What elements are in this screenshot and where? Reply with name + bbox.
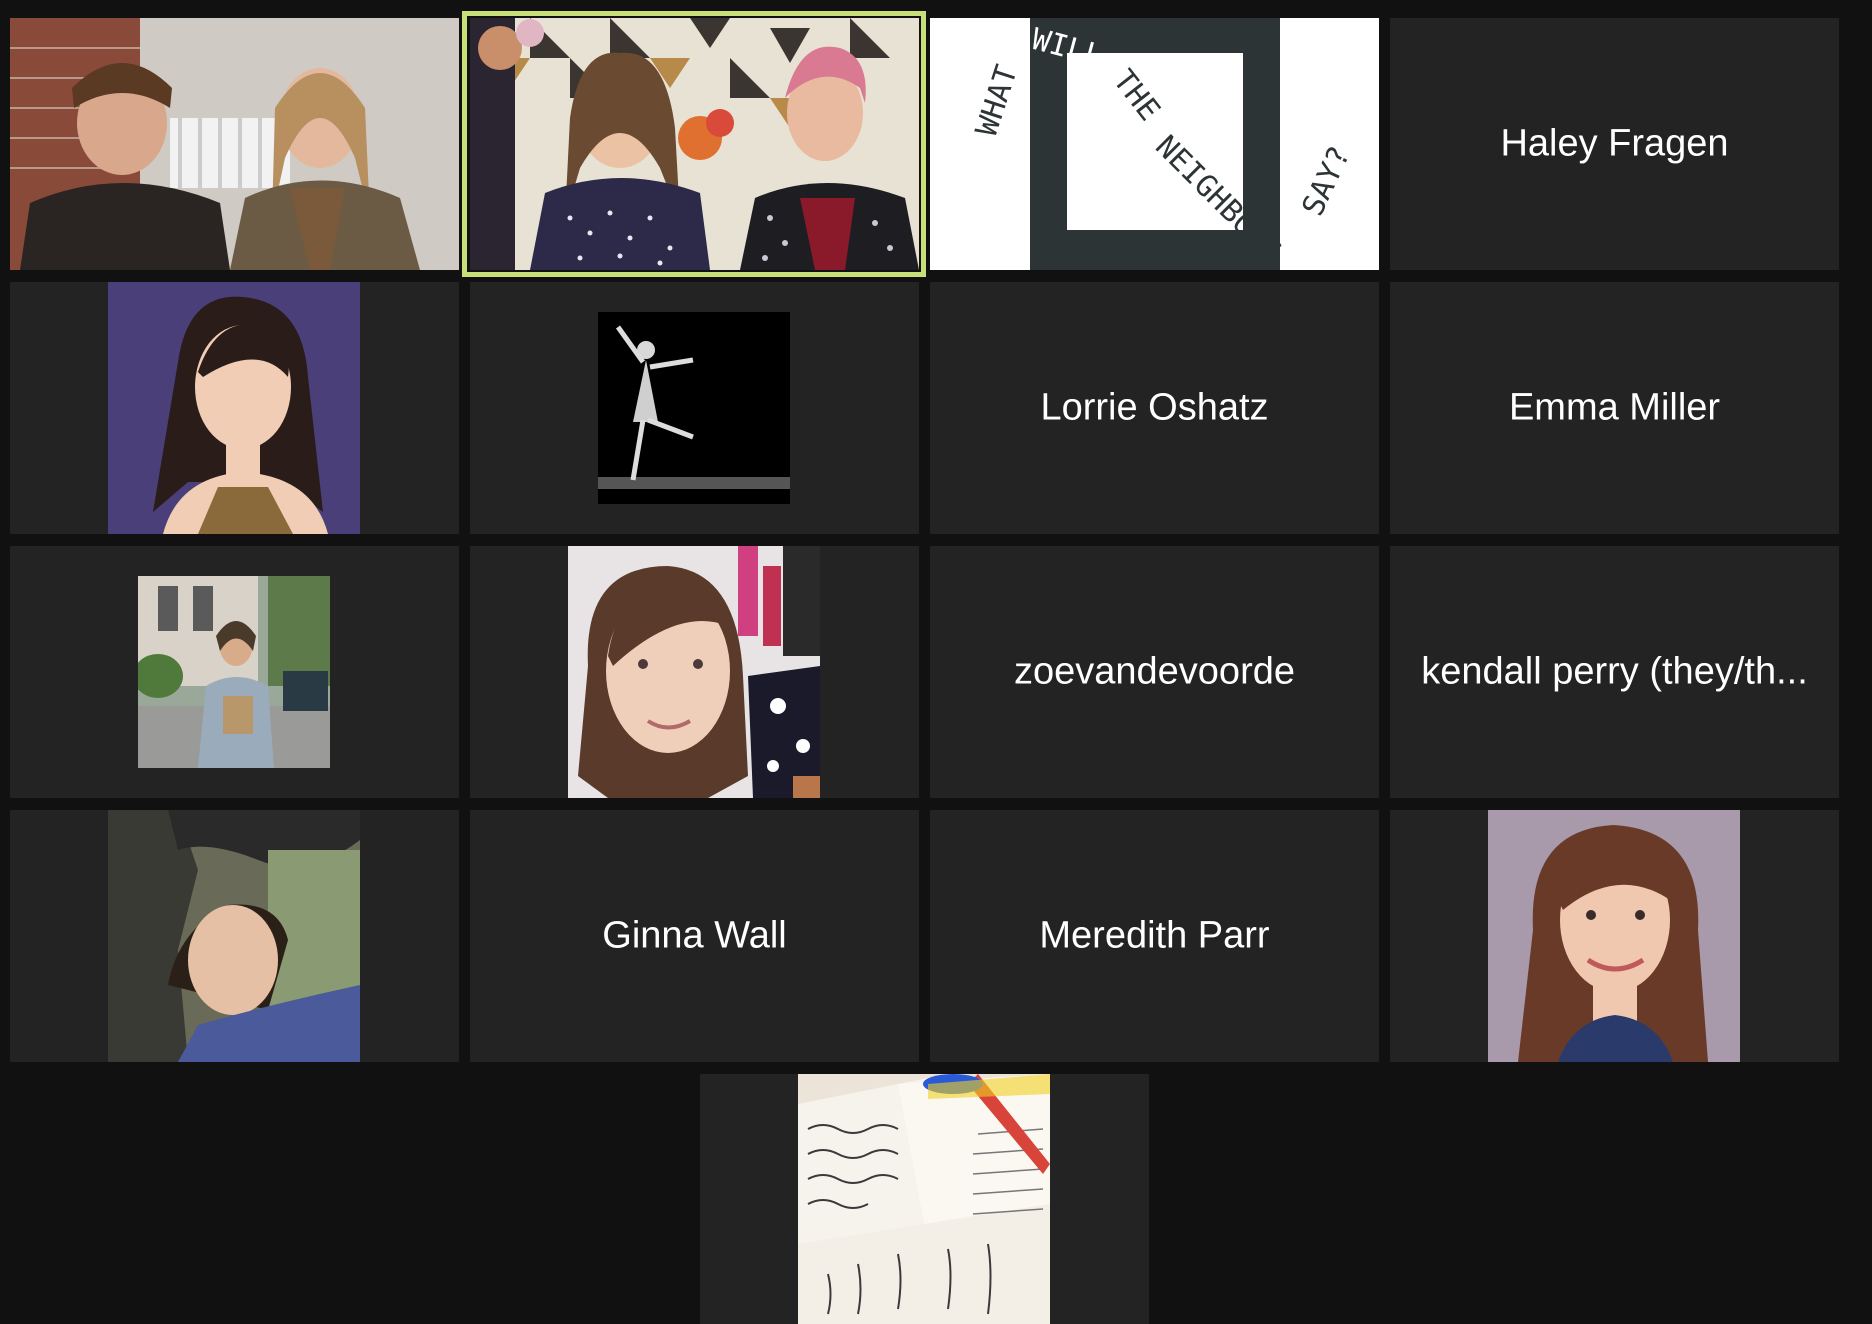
participant-name-tile[interactable]: Emma Miller <box>1390 282 1839 534</box>
participant-avatar-tile[interactable] <box>10 810 459 1062</box>
participant-avatar-tile[interactable] <box>700 1074 1149 1324</box>
participant-name-tile[interactable]: Ginna Wall <box>470 810 919 1062</box>
profile-photo <box>108 282 360 534</box>
participant-name-tile[interactable]: Meredith Parr <box>930 810 1379 1062</box>
participant-video-tile-2[interactable] <box>470 18 919 270</box>
participant-name: kendall perry (they/th... <box>1421 650 1808 693</box>
participant-name: Haley Fragen <box>1500 122 1729 165</box>
profile-photo <box>108 810 360 1062</box>
neighbors-logo-image: WHAT WILL THE NEIGHBORS SAY? <box>930 18 1379 270</box>
video-feed-two-people <box>10 18 459 270</box>
participant-name-tile[interactable]: Haley Fragen <box>1390 18 1839 270</box>
gallery-view: WHAT WILL THE NEIGHBORS SAY? Haley Frage… <box>0 0 1872 1324</box>
participant-name: Ginna Wall <box>602 914 787 957</box>
profile-photo <box>568 546 820 798</box>
participant-name: Lorrie Oshatz <box>1040 386 1269 429</box>
participant-avatar-tile[interactable] <box>10 546 459 798</box>
participant-video-tile-1[interactable] <box>10 18 459 270</box>
video-feed-two-performers <box>470 18 919 270</box>
participant-name: Emma Miller <box>1508 386 1721 429</box>
participant-name-tile[interactable]: kendall perry (they/th... <box>1390 546 1839 798</box>
participant-avatar-tile[interactable] <box>1390 810 1839 1062</box>
participant-avatar-tile[interactable] <box>10 282 459 534</box>
profile-photo <box>1488 810 1740 1062</box>
profile-photo <box>798 1074 1050 1324</box>
participant-avatar-tile[interactable] <box>470 282 919 534</box>
profile-photo <box>598 312 790 504</box>
participant-name-tile[interactable]: zoevandevoorde <box>930 546 1379 798</box>
participant-name: zoevandevoorde <box>1014 650 1295 693</box>
participant-avatar-tile[interactable] <box>470 546 919 798</box>
participant-logo-tile[interactable]: WHAT WILL THE NEIGHBORS SAY? <box>930 18 1379 270</box>
participant-name: Meredith Parr <box>1039 914 1270 957</box>
participant-name-tile[interactable]: Lorrie Oshatz <box>930 282 1379 534</box>
profile-photo <box>138 576 330 768</box>
